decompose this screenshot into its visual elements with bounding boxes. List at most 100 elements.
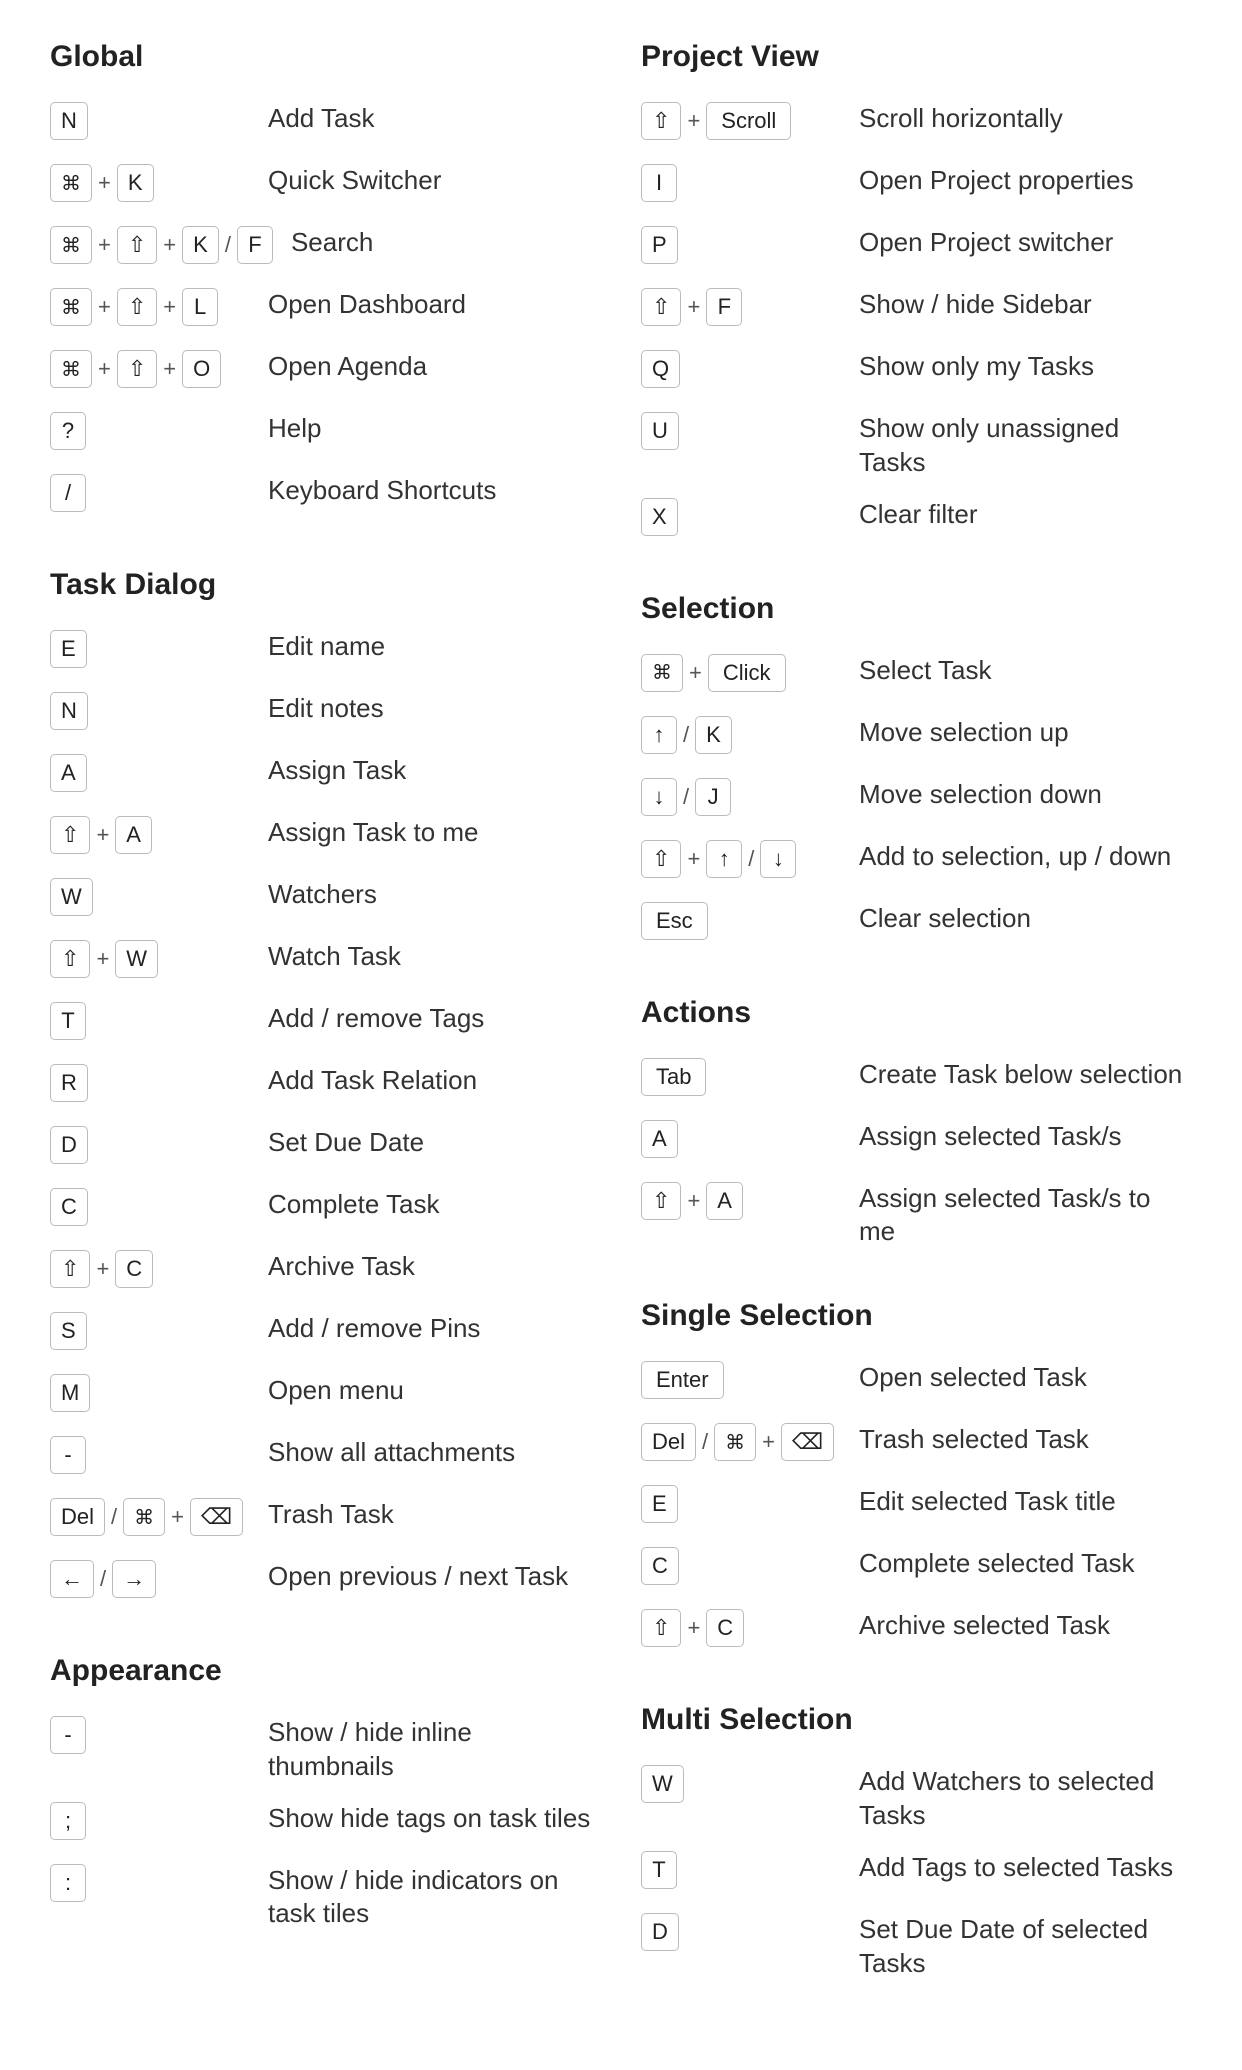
shortcut-row: NAdd Task [50, 102, 601, 146]
shortcut-action-label: Trash selected Task [841, 1423, 1192, 1457]
shortcut-action-label: Add to selection, up / down [841, 840, 1192, 874]
shortcut-keys: Del/⌘+⌫ [50, 1498, 250, 1536]
key-badge: - [50, 1716, 86, 1754]
key-separator: / [111, 1504, 117, 1530]
key-badge: W [115, 940, 158, 978]
task-dialog-shortcuts-list: EEdit nameNEdit notesAAssign Task⇧+AAssi… [50, 630, 601, 1604]
shortcut-action-label: Show only unassigned Tasks [841, 412, 1192, 480]
shortcut-action-label: Add Tags to selected Tasks [841, 1851, 1192, 1885]
shortcut-action-label: Move selection up [841, 716, 1192, 750]
shortcut-keys: ⌘+Click [641, 654, 841, 692]
key-badge: ? [50, 412, 86, 450]
key-badge: K [182, 226, 219, 264]
shortcut-row: S Add / remove Pins [50, 1312, 601, 1356]
key-badge: ⇧ [641, 288, 681, 326]
key-badge: S [50, 1312, 87, 1350]
shortcut-row: CComplete Task [50, 1188, 601, 1232]
key-badge: ⌘ [641, 654, 683, 692]
key-badge: C [50, 1188, 88, 1226]
shortcut-row: CComplete selected Task [641, 1547, 1192, 1591]
key-badge: ⌘ [123, 1498, 165, 1536]
key-badge: ↑ [706, 840, 742, 878]
shortcut-keys: ←/→ [50, 1560, 250, 1598]
key-separator: + [163, 294, 176, 320]
shortcut-action-label: Open Agenda [250, 350, 601, 384]
shortcut-row: EnterOpen selected Task [641, 1361, 1192, 1405]
shortcut-keys: - [50, 1436, 250, 1474]
single-selection-title: Single Selection [641, 1299, 1192, 1333]
shortcut-action-label: Keyboard Shortcuts [250, 474, 601, 508]
shortcut-keys: R [50, 1064, 250, 1102]
key-badge: / [50, 474, 86, 512]
shortcut-keys: : [50, 1864, 250, 1902]
shortcut-row: XClear filter [641, 498, 1192, 542]
key-badge: ⇧ [641, 1609, 681, 1647]
shortcut-row: Del/⌘+⌫Trash Task [50, 1498, 601, 1542]
key-separator: + [98, 232, 111, 258]
key-separator: + [687, 108, 700, 134]
shortcut-row: AAssign Task [50, 754, 601, 798]
shortcut-keys: I [641, 164, 841, 202]
key-separator: + [171, 1504, 184, 1530]
key-badge: C [115, 1250, 153, 1288]
shortcut-row: EEdit selected Task title [641, 1485, 1192, 1529]
project-view-section: Project View ⇧+ScrollScroll horizontally… [641, 40, 1192, 542]
shortcut-keys: N [50, 692, 250, 730]
shortcut-row: ⇧+AAssign Task to me [50, 816, 601, 860]
shortcut-row: ⌘+⇧+K/FSearch [50, 226, 601, 270]
key-badge: ⌫ [190, 1498, 243, 1536]
key-badge: ⇧ [50, 816, 90, 854]
single-selection-section: Single Selection EnterOpen selected Task… [641, 1299, 1192, 1653]
key-badge: → [112, 1560, 156, 1598]
shortcut-row: TAdd / remove Tags [50, 1002, 601, 1046]
shortcut-action-label: Add Watchers to selected Tasks [841, 1765, 1192, 1833]
shortcut-action-label: Show all attachments [250, 1436, 601, 1470]
key-badge: Del [641, 1423, 696, 1461]
key-badge: N [50, 102, 88, 140]
shortcut-row: QShow only my Tasks [641, 350, 1192, 394]
shortcut-row: :Show / hide indicators on task tiles [50, 1864, 601, 1932]
shortcut-keys: E [641, 1485, 841, 1523]
key-badge: Esc [641, 902, 708, 940]
key-separator: + [687, 294, 700, 320]
key-badge: ← [50, 1560, 94, 1598]
selection-shortcuts-list: ⌘+ClickSelect Task↑/KMove selection up↓/… [641, 654, 1192, 946]
key-separator: + [96, 822, 109, 848]
shortcut-row: / Keyboard Shortcuts [50, 474, 601, 518]
key-badge: K [695, 716, 732, 754]
selection-section: Selection ⌘+ClickSelect Task↑/KMove sele… [641, 592, 1192, 946]
shortcut-action-label: Assign Task [250, 754, 601, 788]
shortcut-keys: ↓/J [641, 778, 841, 816]
shortcut-row: ⇧+↑/↓Add to selection, up / down [641, 840, 1192, 884]
shortcut-action-label: Complete selected Task [841, 1547, 1192, 1581]
key-badge: E [641, 1485, 678, 1523]
key-separator: + [96, 946, 109, 972]
key-separator: / [683, 784, 689, 810]
key-badge: F [237, 226, 273, 264]
shortcut-row: WWatchers [50, 878, 601, 922]
actions-shortcuts-list: TabCreate Task below selectionAAssign se… [641, 1058, 1192, 1250]
shortcut-row: DSet Due Date [50, 1126, 601, 1170]
shortcut-action-label: Add / remove Pins [250, 1312, 601, 1346]
key-badge: U [641, 412, 679, 450]
shortcut-keys: N [50, 102, 250, 140]
key-badge: O [182, 350, 221, 388]
key-separator: + [687, 1188, 700, 1214]
key-badge: ⌘ [50, 350, 92, 388]
shortcut-action-label: Scroll horizontally [841, 102, 1192, 136]
key-badge: E [50, 630, 87, 668]
key-badge: ↓ [641, 778, 677, 816]
shortcut-row: ⌘+KQuick Switcher [50, 164, 601, 208]
shortcut-keys: ⌘+⇧+L [50, 288, 250, 326]
shortcut-action-label: Move selection down [841, 778, 1192, 812]
global-title: Global [50, 40, 601, 74]
shortcut-action-label: Add / remove Tags [250, 1002, 601, 1036]
shortcut-action-label: Show / hide indicators on task tiles [250, 1864, 601, 1932]
shortcut-keys: T [641, 1851, 841, 1889]
key-badge: ↓ [760, 840, 796, 878]
key-separator: + [163, 232, 176, 258]
task-dialog-title: Task Dialog [50, 568, 601, 602]
key-badge: ⇧ [641, 1182, 681, 1220]
shortcut-keys: / [50, 474, 250, 512]
shortcut-keys: - [50, 1716, 250, 1754]
